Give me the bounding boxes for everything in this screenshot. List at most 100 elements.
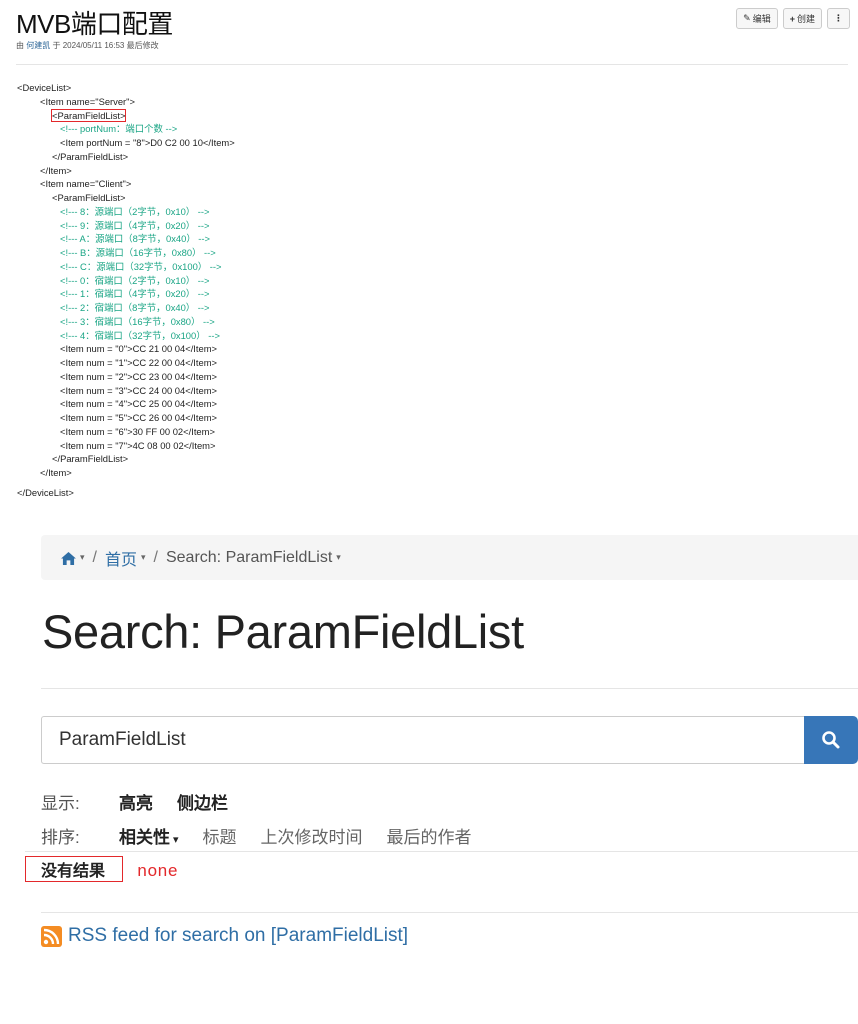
breadcrumb-item-home[interactable]: 首页 <box>105 546 137 570</box>
sort-last-author[interactable]: 最后的作者 <box>387 823 472 848</box>
search-button[interactable] <box>804 716 858 764</box>
rss-icon <box>41 925 62 947</box>
search-heading: Search: ParamFieldList <box>42 605 524 658</box>
sort-last-modified[interactable]: 上次修改时间 <box>261 823 363 848</box>
search-input[interactable]: ParamFieldList <box>41 716 805 764</box>
code-line: <Item portNum = "8">D0 C2 00 10</Item> <box>17 136 235 150</box>
code-text: <Item num = "7">4C 08 00 02</Item> <box>60 439 216 451</box>
sort-relevance[interactable]: 相关性 ▾ <box>119 823 179 848</box>
code-text: <Item num = "4">CC 25 00 04</Item> <box>60 398 218 410</box>
more-vertical-icon: ⋮ <box>834 13 843 23</box>
code-comment-line: <!--- 3：宿端口（16字节，0x80） --> <box>17 315 235 329</box>
breadcrumb-separator: / <box>153 548 158 566</box>
code-line: <Item num = "3">CC 24 00 04</Item> <box>17 384 235 398</box>
breadcrumb-home-caret-icon[interactable]: ▾ <box>141 552 146 563</box>
sort-options: 排序: 相关性 ▾ 标题 上次修改时间 最后的作者 <box>41 823 496 848</box>
code-line: </Item> <box>17 164 235 178</box>
home-caret-icon[interactable]: ▾ <box>80 552 85 563</box>
code-line: </Item> <box>17 466 235 480</box>
code-comment-line: <!--- C：源端口（32字节，0x100） --> <box>17 260 235 274</box>
more-actions-button[interactable]: ⋮ <box>827 8 850 29</box>
option-highlight[interactable]: 高亮 <box>119 789 153 814</box>
code-text: <Item num = "2">CC 23 00 04</Item> <box>60 370 218 382</box>
code-text: <Item num = "3">CC 24 00 04</Item> <box>60 384 218 396</box>
sort-title[interactable]: 标题 <box>203 823 237 848</box>
code-comment-line: <!--- 2：宿端口（8字节，0x40） --> <box>17 301 235 315</box>
author-link[interactable]: 何建凯 <box>26 41 50 50</box>
page-title: MVB端口配置 <box>16 9 173 39</box>
code-text: <!--- A：源端口（8字节，0x40） --> <box>60 233 211 245</box>
home-icon[interactable] <box>61 551 76 565</box>
annotation-note: none <box>137 863 178 882</box>
create-button-label: 创建 <box>796 14 815 24</box>
code-line: <Item name="Client"> <box>17 177 235 191</box>
code-text: </Item> <box>40 467 72 478</box>
code-comment-line: <!--- 1：宿端口（4字节，0x20） --> <box>17 287 235 301</box>
code-line: <Item num = "5">CC 26 00 04</Item> <box>17 411 235 425</box>
rss-feed-link[interactable]: RSS feed for search on [ParamFieldList] <box>41 925 408 947</box>
code-text: <!--- 2：宿端口（8字节，0x40） --> <box>60 302 210 313</box>
page-toolbar: ✎ 编辑 + 创建 ⋮ <box>736 8 850 29</box>
code-text: </ParamFieldList> <box>52 150 129 162</box>
code-text: <!--- 1：宿端口（4字节，0x20） --> <box>60 288 210 300</box>
code-text: <Item num = "5">CC 26 00 04</Item> <box>60 412 218 423</box>
code-line: <Item num = "2">CC 23 00 04</Item> <box>17 370 235 384</box>
code-line: <Item num = "6">30 FF 00 02</Item> <box>17 425 235 439</box>
code-text: </Item> <box>40 164 72 176</box>
code-line: <Item num = "7">4C 08 00 02</Item> <box>17 439 235 453</box>
code-text: <!--- 9：源端口（4字节，0x20） --> <box>60 219 210 231</box>
create-button[interactable]: + 创建 <box>782 8 822 29</box>
code-comment-line: <!--- 8：源端口（2字节，0x10） --> <box>17 205 235 219</box>
options-divider <box>25 851 858 852</box>
code-text: <!--- 3：宿端口（16字节，0x80） --> <box>60 315 215 327</box>
code-comment-line: <!--- 4：宿端口（32字节，0x100） --> <box>17 329 235 343</box>
code-line: <Item num = "4">CC 25 00 04</Item> <box>17 397 235 411</box>
sort-label: 排序: <box>41 828 80 847</box>
page-meta: 由 何建凯 于 2024/05/11 16:53 最后修改 <box>16 40 159 51</box>
breadcrumb-item-search: Search: ParamFieldList <box>165 548 333 566</box>
code-line: <ParamFieldList> <box>17 191 235 205</box>
code-text: <!--- portNum：端口个数 --> <box>60 123 178 135</box>
display-options: 显示: 高亮 侧边栏 <box>41 789 252 814</box>
code-comment-line: <!--- portNum：端口个数 --> <box>17 122 235 136</box>
code-text: <ParamFieldList> <box>52 192 126 203</box>
code-line: <DeviceList> <box>17 81 235 95</box>
search-icon <box>822 731 840 749</box>
code-comment-line: <!--- A：源端口（8字节，0x40） --> <box>17 232 235 246</box>
code-text: <!--- 0：宿端口（2字节，0x10） --> <box>60 274 210 286</box>
sort-relevance-label: 相关性 <box>119 828 170 847</box>
no-results-message: 没有结果 <box>25 856 123 882</box>
header-divider <box>16 64 848 65</box>
code-text: <Item portNum = "8">D0 C2 00 10</Item> <box>60 137 235 148</box>
code-line: <Item num = "1">CC 22 00 04</Item> <box>17 356 235 370</box>
breadcrumb: ▾ / 首页 ▾ / Search: ParamFieldList ▾ <box>41 535 858 580</box>
edit-button[interactable]: ✎ 编辑 <box>736 8 778 29</box>
code-text: <!--- B：源端口（16字节，0x80） --> <box>60 247 216 258</box>
code-text: <Item num = "1">CC 22 00 04</Item> <box>60 357 218 368</box>
edit-button-label: 编辑 <box>752 14 771 24</box>
code-line: </DeviceList> <box>17 486 235 500</box>
code-line: </ParamFieldList> <box>17 452 235 466</box>
code-text: </ParamFieldList> <box>52 453 129 465</box>
code-line: <Item name="Server"> <box>17 95 235 109</box>
code-text: <!--- C：源端口（32字节，0x100） --> <box>60 260 222 272</box>
code-text: <!--- 4：宿端口（32字节，0x100） --> <box>60 329 220 341</box>
option-sidebar[interactable]: 侧边栏 <box>177 789 228 814</box>
code-text: <Item num = "6">30 FF 00 02</Item> <box>60 425 215 437</box>
rss-feed-label: RSS feed for search on [ParamFieldList] <box>68 925 409 946</box>
display-label: 显示: <box>41 794 80 813</box>
code-comment-line: <!--- B：源端口（16字节，0x80） --> <box>17 246 235 260</box>
code-line: <Item num = "0">CC 21 00 04</Item> <box>17 342 235 356</box>
code-line: </ParamFieldList> <box>17 150 235 164</box>
breadcrumb-search-caret-icon[interactable]: ▾ <box>336 552 341 563</box>
code-text: <DeviceList> <box>17 82 72 93</box>
meta-prefix: 由 <box>16 41 24 50</box>
code-text: <ParamFieldList> <box>50 108 127 122</box>
code-line: <ParamFieldList> <box>17 108 235 123</box>
plus-icon: + <box>789 13 795 24</box>
breadcrumb-separator: / <box>92 548 97 566</box>
chevron-down-icon: ▾ <box>173 834 179 846</box>
code-text: </DeviceList> <box>17 486 74 498</box>
code-text: <Item name="Server"> <box>40 95 135 107</box>
pencil-icon: ✎ <box>743 13 751 23</box>
